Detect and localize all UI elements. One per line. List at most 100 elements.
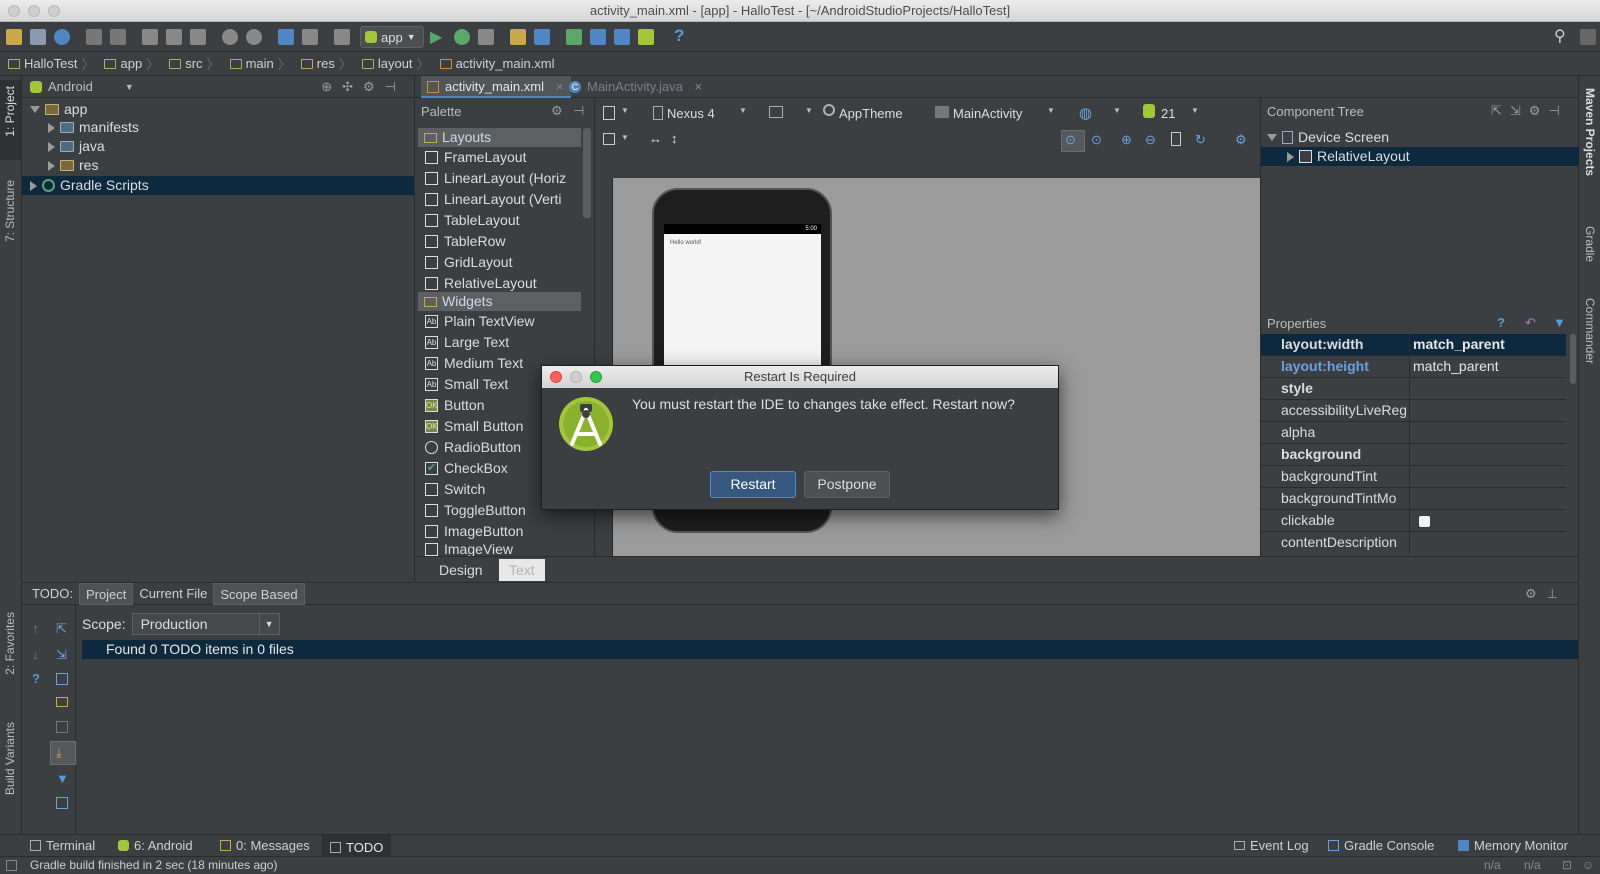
debug-icon[interactable] [454,29,470,45]
previous-icon[interactable]: ↑ [32,621,39,636]
fill-width-icon[interactable]: ↔ [649,131,662,146]
redo-icon[interactable] [110,29,126,45]
property-row[interactable]: layout:width match_parent [1261,334,1566,356]
project-tool-tab[interactable]: 1: Project [3,86,17,137]
commander-tool-tab[interactable]: Commander [1583,298,1597,364]
property-row[interactable]: contentDescription [1261,532,1566,556]
gradle-sync-icon[interactable] [566,29,582,45]
forward-icon[interactable] [302,29,318,45]
zoom-fit-icon[interactable]: ⊙ [1091,132,1102,148]
avd-manager-icon[interactable] [590,29,606,45]
locale-globe-icon[interactable]: ◍ [1079,104,1092,122]
property-row[interactable]: accessibilityLiveReg [1261,400,1566,422]
lock-icon[interactable]: ⊡ [1562,857,1572,874]
fill-height-icon[interactable]: ↕ [671,131,678,146]
help-icon[interactable]: ? [674,26,684,46]
help-icon[interactable]: ? [32,671,40,686]
palette-item[interactable]: LinearLayout (Verti [425,189,562,210]
property-row[interactable]: alpha [1261,422,1566,444]
palette-item[interactable]: Ab Medium Text [425,353,523,374]
minimize-window-button[interactable] [28,5,40,17]
api-level-selector[interactable]: 21 [1161,106,1175,121]
structure-tool-tab[interactable]: 7: Structure [3,180,17,242]
expand-arrow-icon[interactable] [1287,151,1294,162]
palette-item[interactable]: Ab Large Text [425,332,509,353]
expand-arrow-icon[interactable] [30,106,40,113]
favorites-tool-tab[interactable]: 2: Favorites [3,612,17,675]
hello-world-text[interactable]: Hello world! [670,240,701,246]
flatten-packages-icon[interactable] [56,721,68,733]
theme-selector[interactable]: AppTheme [839,106,903,121]
sdk-manager-icon[interactable] [614,29,630,45]
run-config-select[interactable]: app ▼ [360,26,424,48]
scope-select[interactable]: Production ▼ [131,613,280,635]
chevron-down-icon[interactable]: ▼ [1113,106,1121,115]
clickable-checkbox[interactable] [1419,516,1430,527]
palette-item[interactable]: ToggleButton [425,500,526,521]
tree-item-java[interactable]: java [48,137,105,156]
undo-icon[interactable] [86,29,102,45]
paste-icon[interactable] [190,29,206,45]
chevron-down-icon[interactable]: ▼ [805,106,813,115]
breadcrumb-item[interactable]: layout 〉 [361,54,436,73]
gradle-tool-tab[interactable]: Gradle [1583,226,1597,262]
messages-tab[interactable]: 0: Messages [220,838,310,853]
project-structure-icon[interactable] [510,29,526,45]
todo-tab-current-file[interactable]: Current File [133,583,213,605]
device-selector[interactable]: Nexus 4 [667,106,715,121]
todo-tab-project[interactable]: Project [78,582,134,605]
palette-item[interactable]: Switch [425,479,485,500]
palette-item[interactable]: FrameLayout [425,147,526,168]
expand-arrow-icon[interactable] [48,160,55,171]
fit-screen-icon[interactable] [603,133,615,145]
palette-group-widgets[interactable]: Widgets [418,292,581,311]
tree-item-app[interactable]: app [30,100,87,119]
restore-default-icon[interactable]: ↶ [1525,315,1536,331]
chevron-down-icon[interactable]: ▼ [621,133,629,142]
palette-item[interactable]: TableRow [425,231,505,252]
chevron-down-icon[interactable]: ▼ [739,106,747,115]
close-tab-icon[interactable]: × [694,79,702,94]
attach-debugger-icon[interactable] [478,29,494,45]
expand-arrow-icon[interactable] [1267,134,1277,141]
hide-panel-icon[interactable]: ⊣ [573,103,584,119]
todo-result-row[interactable]: Found 0 TODO items in 0 files [82,640,1578,659]
build-variants-tool-tab[interactable]: Build Variants [3,722,17,795]
gradle-console-tab[interactable]: Gradle Console [1328,838,1434,853]
palette-item[interactable]: GridLayout [425,252,512,273]
project-view-mode[interactable]: Android [48,79,93,94]
property-row[interactable]: style [1261,378,1566,400]
android-device-monitor-icon[interactable] [638,29,654,45]
property-row[interactable]: background [1261,444,1566,466]
cut-icon[interactable] [142,29,158,45]
android-tab[interactable]: 6: Android [118,838,193,853]
activity-selector[interactable]: MainActivity [953,106,1022,121]
gear-icon[interactable]: ⚙ [551,103,563,119]
run-icon[interactable]: ▶ [430,27,442,47]
palette-item[interactable]: ImageView [425,542,513,556]
palette-item[interactable]: LinearLayout (Horiz [425,168,566,189]
gear-icon[interactable]: ⚙ [1235,132,1247,148]
find-icon[interactable] [222,29,238,45]
tree-actions-icons[interactable]: ⇱⇲⚙⊣ [1491,103,1568,119]
help-icon[interactable]: ? [1497,315,1505,330]
breadcrumb-item[interactable]: res 〉 [300,54,358,73]
property-row[interactable]: backgroundTint [1261,466,1566,488]
copy-icon[interactable] [166,29,182,45]
palette-item[interactable]: TableLayout [425,210,520,231]
properties-scrollbar[interactable] [1570,334,1576,384]
filter-icon[interactable]: ▼ [56,771,69,786]
screenshot-icon[interactable] [1171,132,1181,146]
next-icon[interactable]: ↓ [32,647,39,662]
tree-item-gradle-scripts[interactable]: Gradle Scripts [30,176,149,195]
todo-tab[interactable]: TODO [322,835,392,856]
palette-item[interactable]: ✔ CheckBox [425,458,508,479]
tool-windows-toggle-icon[interactable] [6,860,17,871]
make-project-icon[interactable] [334,29,350,45]
close-dialog-button[interactable] [550,371,562,383]
tab-activity-main-xml[interactable]: activity_main.xml × [421,76,572,98]
breadcrumb-item[interactable]: HalloTest 〉 [8,54,100,73]
toolbar-overflow-icon[interactable] [1580,29,1596,45]
chevron-down-icon[interactable]: ▼ [621,106,629,115]
open-icon[interactable] [6,29,22,45]
